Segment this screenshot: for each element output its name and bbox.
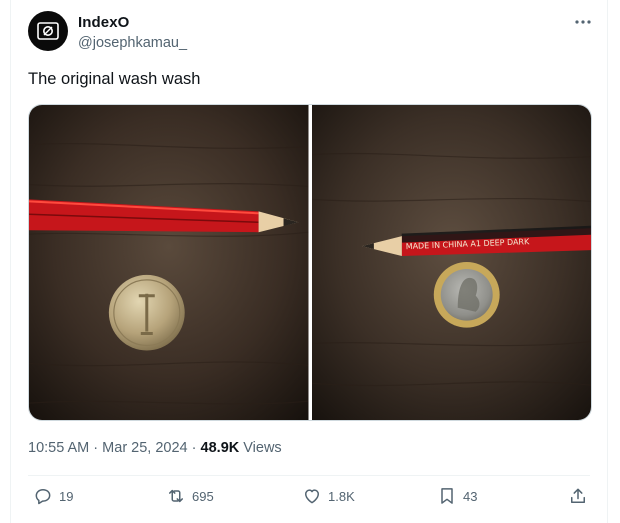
like-count: 1.8K [328, 488, 355, 504]
photo-1-image [29, 105, 309, 420]
views-count: 48.9K [200, 440, 240, 456]
reply-count: 19 [59, 488, 74, 504]
more-button[interactable] [573, 12, 593, 32]
media-grid: MADE IN CHINA A1 DEEP DARK [28, 104, 592, 421]
bookmark-icon [441, 488, 453, 504]
photo-2-image: MADE IN CHINA A1 DEEP DARK [311, 105, 591, 420]
tweet-text: The original wash wash [28, 70, 201, 88]
repost-icon [169, 489, 183, 503]
photo-2[interactable]: MADE IN CHINA A1 DEEP DARK [311, 105, 591, 420]
divider [28, 475, 590, 476]
tweet-time[interactable]: 10:55 AM [28, 440, 89, 456]
share-button[interactable] [568, 486, 588, 506]
share-icon [571, 488, 585, 503]
repost-count: 695 [192, 488, 214, 504]
like-icon [305, 489, 319, 504]
meta-separator: · [191, 440, 197, 456]
tweet-meta: 10:55 AM · Mar 25, 2024 · 48.9K Views [28, 440, 282, 456]
more-icon [575, 20, 591, 24]
like-button[interactable]: 1.8K [302, 486, 355, 506]
author-name[interactable]: IndexO [78, 14, 129, 31]
repost-button[interactable]: 695 [166, 486, 214, 506]
meta-separator: · [93, 440, 99, 456]
bookmark-button[interactable]: 43 [437, 486, 477, 506]
views-label: Views [243, 440, 282, 456]
reply-button[interactable]: 19 [33, 486, 73, 506]
tweet-card: IndexO @josephkamau_ The original wash w… [10, 0, 608, 523]
reply-icon [35, 489, 51, 505]
action-bar: 19 695 1.8K 43 [11, 486, 607, 512]
avatar-logo-icon [37, 22, 59, 40]
bookmark-count: 43 [463, 488, 478, 504]
tweet-date[interactable]: Mar 25, 2024 [102, 440, 187, 456]
author-handle[interactable]: @josephkamau_ [78, 35, 187, 51]
photo-1[interactable] [29, 105, 309, 420]
avatar[interactable] [28, 11, 68, 51]
